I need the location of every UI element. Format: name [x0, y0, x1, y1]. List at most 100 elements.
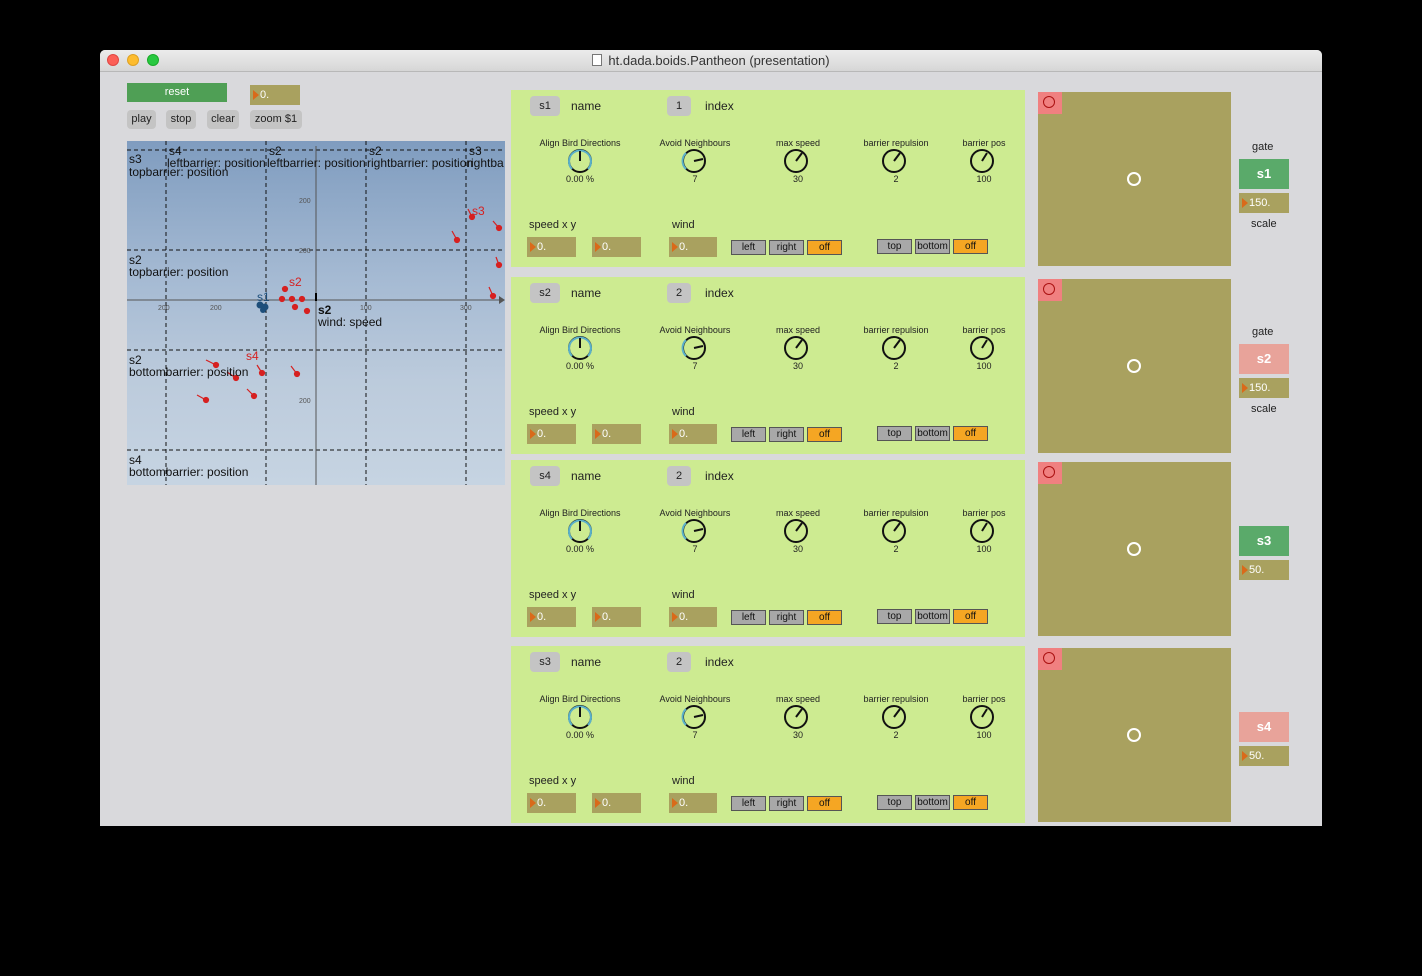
xy-handle[interactable]: [1127, 359, 1141, 373]
xy-pad[interactable]: [1038, 648, 1231, 822]
value-number-box[interactable]: 0.: [250, 85, 300, 105]
index-button[interactable]: 2: [667, 466, 691, 486]
stop-button[interactable]: stop: [166, 110, 196, 129]
param-value: 30: [792, 544, 803, 554]
dial-knob[interactable]: [969, 704, 995, 730]
index-button[interactable]: 1: [667, 96, 691, 116]
scale-number[interactable]: 50.: [1239, 560, 1289, 580]
index-button[interactable]: 2: [667, 283, 691, 303]
xy-handle[interactable]: [1127, 728, 1141, 742]
index-button[interactable]: 2: [667, 652, 691, 672]
dial-knob[interactable]: [681, 704, 707, 730]
speed-x-number[interactable]: 0.: [527, 237, 576, 257]
tb-off-toggle[interactable]: off: [953, 795, 988, 810]
dial-knob[interactable]: [783, 518, 809, 544]
name-button[interactable]: s3: [530, 652, 560, 672]
wind-number[interactable]: 0.: [669, 424, 717, 444]
param-label: Avoid Neighbours: [659, 138, 731, 148]
name-label: name: [571, 99, 602, 113]
name-button[interactable]: s1: [530, 96, 560, 116]
top-toggle[interactable]: top: [877, 239, 912, 254]
speed-x-number[interactable]: 0.: [527, 424, 576, 444]
top-toggle[interactable]: top: [877, 795, 912, 810]
dial-knob[interactable]: [881, 704, 907, 730]
xy-handle[interactable]: [1127, 542, 1141, 556]
lr-off-toggle[interactable]: off: [807, 610, 842, 625]
tick-label: 200: [299, 248, 311, 255]
scale-number[interactable]: 50.: [1239, 746, 1289, 766]
right-toggle[interactable]: right: [769, 610, 804, 625]
dial-knob[interactable]: [881, 335, 907, 361]
dial-knob[interactable]: [881, 518, 907, 544]
dial-knob[interactable]: [783, 704, 809, 730]
wind-number[interactable]: 0.: [669, 607, 717, 627]
bird-label: s3: [472, 204, 485, 218]
xy-pad[interactable]: [1038, 279, 1231, 453]
left-toggle[interactable]: left: [731, 240, 766, 255]
xy-handle[interactable]: [1127, 172, 1141, 186]
dial-knob[interactable]: [681, 335, 707, 361]
gate-button-s1[interactable]: s1: [1239, 159, 1289, 189]
scale-number[interactable]: 150.: [1239, 193, 1289, 213]
speed-y-number[interactable]: 0.: [592, 237, 641, 257]
speed-y-number[interactable]: 0.: [592, 793, 641, 813]
dial-knob[interactable]: [567, 148, 593, 174]
name-button[interactable]: s4: [530, 466, 560, 486]
dial-knob[interactable]: [567, 335, 593, 361]
right-toggle[interactable]: right: [769, 240, 804, 255]
clear-button[interactable]: clear: [207, 110, 239, 129]
dial-knob[interactable]: [681, 518, 707, 544]
lr-off-toggle[interactable]: off: [807, 796, 842, 811]
speed-x-number[interactable]: 0.: [527, 607, 576, 627]
lr-off-toggle[interactable]: off: [807, 427, 842, 442]
speed-y-number[interactable]: 0.: [592, 607, 641, 627]
record-icon[interactable]: [1038, 92, 1062, 114]
boids-map[interactable]: s3 s4 s2 s2 s3 topbarrier: position left…: [127, 141, 505, 485]
wind-label: wind: [672, 219, 695, 231]
left-toggle[interactable]: left: [731, 610, 766, 625]
zoom-button[interactable]: zoom $1: [250, 110, 302, 129]
dial-knob[interactable]: [783, 335, 809, 361]
lr-off-toggle[interactable]: off: [807, 240, 842, 255]
scale-number[interactable]: 150.: [1239, 378, 1289, 398]
play-button[interactable]: play: [127, 110, 156, 129]
top-toggle[interactable]: top: [877, 426, 912, 441]
xy-pad[interactable]: [1038, 462, 1231, 636]
param-value: 7: [692, 174, 698, 184]
left-toggle[interactable]: left: [731, 796, 766, 811]
left-toggle[interactable]: left: [731, 427, 766, 442]
gate-button-s4[interactable]: s4: [1239, 712, 1289, 742]
gate-button-s3[interactable]: s3: [1239, 526, 1289, 556]
reset-button[interactable]: reset: [127, 83, 227, 102]
name-button[interactable]: s2: [530, 283, 560, 303]
record-icon[interactable]: [1038, 648, 1062, 670]
wind-number[interactable]: 0.: [669, 793, 717, 813]
wind-number[interactable]: 0.: [669, 237, 717, 257]
dial-knob[interactable]: [567, 704, 593, 730]
xy-pad[interactable]: [1038, 92, 1231, 266]
tb-off-toggle[interactable]: off: [953, 239, 988, 254]
bottom-toggle[interactable]: bottom: [915, 609, 950, 624]
dial-knob[interactable]: [881, 148, 907, 174]
window-title-wrap: ht.dada.boids.Pantheon (presentation): [100, 53, 1322, 68]
right-toggle[interactable]: right: [769, 427, 804, 442]
bottom-toggle[interactable]: bottom: [915, 239, 950, 254]
dial-knob[interactable]: [969, 335, 995, 361]
record-icon[interactable]: [1038, 462, 1062, 484]
tb-off-toggle[interactable]: off: [953, 609, 988, 624]
dial-knob[interactable]: [783, 148, 809, 174]
bottom-toggle[interactable]: bottom: [915, 795, 950, 810]
speed-x-number[interactable]: 0.: [527, 793, 576, 813]
dial-knob[interactable]: [969, 148, 995, 174]
dial-knob[interactable]: [969, 518, 995, 544]
right-toggle[interactable]: right: [769, 796, 804, 811]
speed-y-number[interactable]: 0.: [592, 424, 641, 444]
dial-knob[interactable]: [681, 148, 707, 174]
bottom-toggle[interactable]: bottom: [915, 426, 950, 441]
param-label: max speed: [775, 508, 821, 518]
dial-knob[interactable]: [567, 518, 593, 544]
gate-button-s2[interactable]: s2: [1239, 344, 1289, 374]
top-toggle[interactable]: top: [877, 609, 912, 624]
record-icon[interactable]: [1038, 279, 1062, 301]
tb-off-toggle[interactable]: off: [953, 426, 988, 441]
